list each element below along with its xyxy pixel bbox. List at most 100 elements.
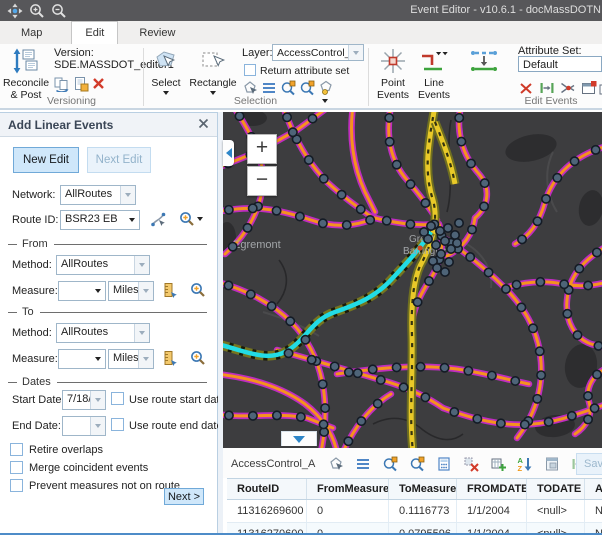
prevent-measures-checkbox[interactable] [10, 479, 23, 492]
tab-review[interactable]: Review [126, 22, 188, 44]
close-icon[interactable] [198, 118, 209, 132]
from-measure-zoom-icon[interactable] [190, 282, 206, 298]
column-header[interactable]: RouteID [227, 479, 307, 499]
from-units-combobox[interactable]: Miles [108, 281, 154, 301]
map-canvas[interactable]: Egremont Great Barrington [223, 112, 602, 448]
map-zoom-out-button[interactable]: − [247, 166, 277, 196]
save-button[interactable]: Save [576, 453, 602, 475]
column-header[interactable]: TODATE [527, 479, 585, 499]
compare-versions-icon[interactable] [54, 76, 70, 92]
open-form-icon[interactable] [544, 456, 560, 472]
merge-events-icon[interactable] [560, 80, 576, 96]
from-method-label: Method: [12, 259, 52, 271]
pick-route-icon[interactable] [150, 211, 167, 228]
return-attribute-set-checkbox[interactable] [244, 64, 256, 76]
panel-header: Add Linear Events [0, 113, 217, 137]
tab-edit[interactable]: Edit [71, 21, 118, 44]
column-header[interactable]: FromMeasure [307, 479, 389, 499]
table-cell: <null> [527, 523, 585, 535]
start-date-combobox[interactable]: 7/18/ [62, 390, 106, 410]
split-event-icon[interactable] [518, 80, 534, 96]
zoom-out-icon[interactable] [50, 3, 67, 19]
delete-version-icon[interactable] [92, 77, 105, 90]
panel-title: Add Linear Events [8, 118, 198, 132]
from-measure-ruler-icon[interactable] [161, 282, 178, 299]
next-edit-button[interactable]: Next Edit [87, 147, 151, 173]
cascade-windows-icon[interactable] [598, 80, 602, 96]
measure-offset-icon[interactable] [539, 80, 555, 96]
use-route-start-date-label: Use route start date [129, 394, 226, 406]
select-features-icon[interactable] [328, 456, 344, 472]
network-label: Network: [12, 189, 55, 201]
table-body: 1131626960000.11167731/1/2004<null>No113… [227, 500, 602, 535]
retire-overlaps-checkbox[interactable] [10, 443, 23, 456]
line-events-icon [419, 47, 449, 75]
event-attributes-window-icon[interactable] [581, 80, 597, 96]
pan-icon[interactable] [6, 3, 23, 19]
from-measure-combobox[interactable] [58, 281, 106, 301]
column-header[interactable]: ACCESS [585, 479, 602, 499]
network-caret-button [120, 186, 135, 204]
merge-coincident-checkbox[interactable] [10, 461, 23, 474]
to-measure-zoom-icon[interactable] [190, 350, 206, 366]
use-route-start-date-checkbox[interactable] [111, 392, 124, 405]
new-edit-button[interactable]: New Edit [13, 147, 79, 173]
route-id-caret-button [124, 211, 139, 229]
to-units-caret-button [138, 350, 153, 368]
table-row[interactable]: 1131626960000.11167731/1/2004<null>No [227, 500, 602, 523]
reconcile-post-icon [13, 47, 39, 75]
group-separator [143, 48, 144, 106]
selection-options-icon[interactable] [318, 80, 334, 96]
route-id-value: BSR23 EB [61, 211, 124, 229]
zoom-to-selection-icon[interactable] [280, 80, 296, 96]
show-selected-records-icon[interactable] [355, 456, 371, 472]
from-method-combobox[interactable]: AllRoutes [56, 255, 150, 275]
selection-list-icon[interactable] [261, 80, 277, 96]
to-method-combobox[interactable]: AllRoutes [56, 323, 150, 343]
map-label-egremont: Egremont [233, 239, 281, 251]
table-cell: 11316269600 [227, 500, 307, 522]
start-date-caret-button [90, 391, 105, 409]
network-combobox[interactable]: AllRoutes [60, 185, 136, 205]
layer-caret-button [348, 45, 363, 60]
to-method-label: Method: [12, 327, 52, 339]
route-id-combobox[interactable]: BSR23 EB [60, 210, 140, 230]
pan-to-selection-icon[interactable] [299, 80, 315, 96]
zoom-in-icon[interactable] [28, 3, 45, 19]
map-zoom-in-button[interactable]: + [247, 134, 277, 164]
route-zoom-icon[interactable] [179, 211, 195, 227]
use-route-end-date-label: Use route end date [129, 420, 223, 432]
point-events-button[interactable]: Point Events [372, 46, 414, 104]
line-events-button[interactable]: Line Events [414, 46, 454, 104]
zoom-to-selection-icon[interactable] [382, 456, 398, 472]
to-measure-ruler-icon[interactable] [161, 350, 178, 367]
to-measure-combobox[interactable] [58, 349, 106, 369]
column-header[interactable]: FROMDATE [457, 479, 527, 499]
clear-selection-icon[interactable] [463, 456, 479, 472]
table-row[interactable]: 1131627060000.07955961/1/2004<null>No [227, 523, 602, 535]
use-route-end-date-checkbox[interactable] [111, 418, 124, 431]
column-header[interactable]: ToMeasure [389, 479, 457, 499]
new-version-icon[interactable] [73, 76, 89, 92]
field-calculator-icon[interactable] [436, 456, 452, 472]
collapse-grid-button[interactable] [281, 431, 317, 446]
attribute-set-combobox[interactable]: Default [518, 56, 602, 72]
collapse-panel-button[interactable] [223, 140, 234, 166]
sort-icon[interactable]: A Z [517, 456, 533, 472]
event-editor-window: Event Editor - v10.6.1 - docMassDOTN Map… [0, 0, 602, 535]
select-features-icon[interactable] [242, 80, 258, 96]
to-units-combobox[interactable]: Miles [108, 349, 154, 369]
end-date-caret-button [90, 417, 105, 435]
table-cell: 0 [307, 500, 389, 522]
layer-combobox[interactable]: AccessControl_A [272, 44, 364, 61]
add-record-icon[interactable] [490, 456, 506, 472]
tab-map[interactable]: Map [8, 22, 55, 44]
from-section-separator: From [8, 237, 207, 251]
title-bar: Event Editor - v10.6.1 - docMassDOTN [0, 0, 602, 21]
next-button[interactable]: Next > [164, 488, 204, 505]
table-cell: 1/1/2004 [457, 523, 527, 535]
route-zoom-caret[interactable] [197, 217, 203, 221]
pan-to-selection-icon[interactable] [409, 456, 425, 472]
end-date-combobox[interactable] [62, 416, 106, 436]
line-events-label: Line Events [414, 77, 454, 101]
